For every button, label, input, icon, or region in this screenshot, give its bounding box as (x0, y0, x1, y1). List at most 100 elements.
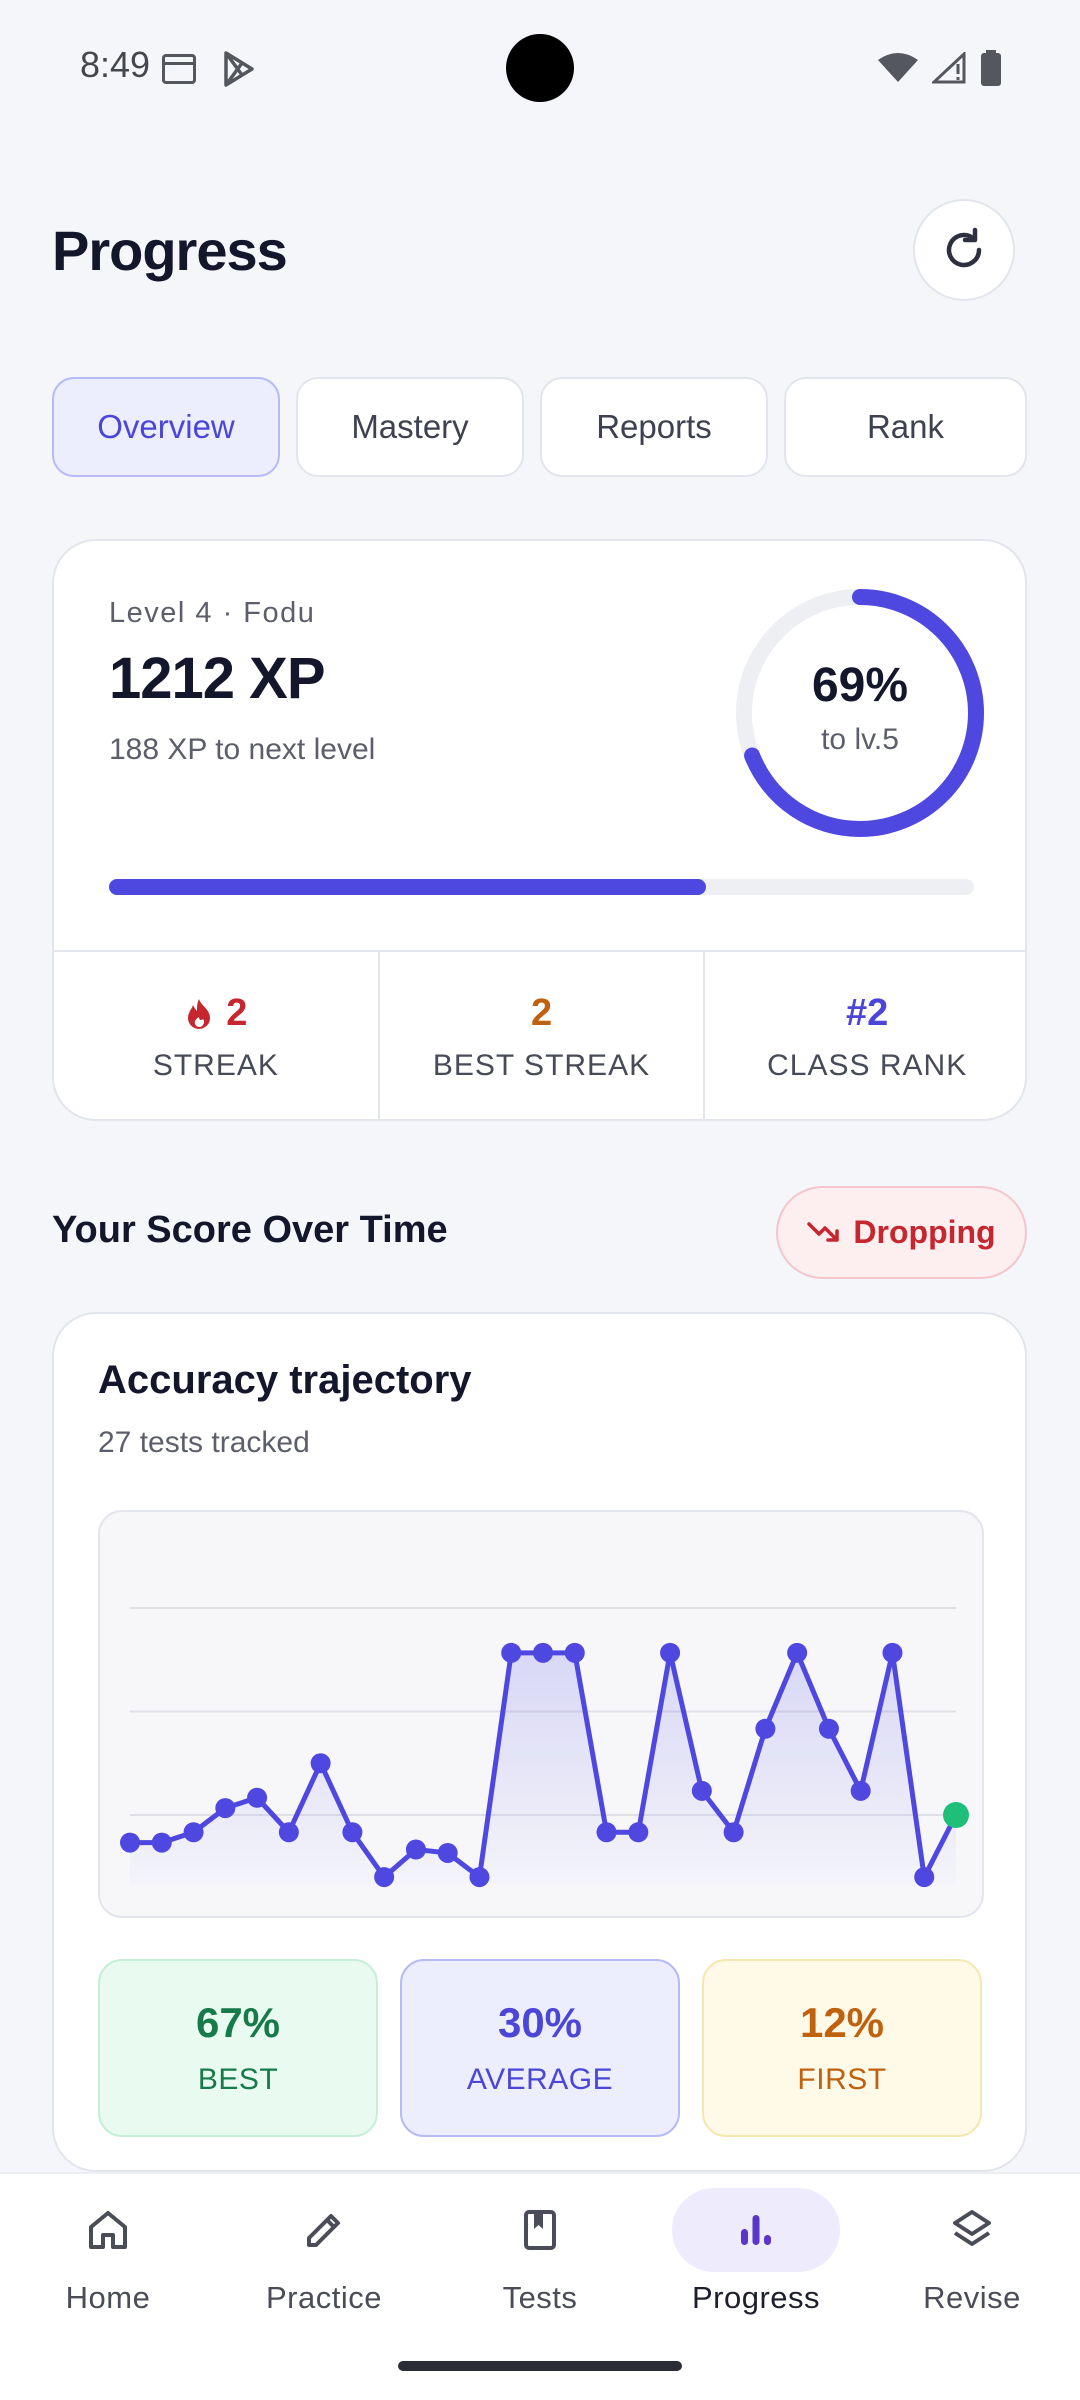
chart-point (628, 1822, 649, 1843)
xp-progress-bar (109, 879, 974, 895)
stat-class-rank: #2 CLASS RANK (705, 952, 1025, 1119)
level-card: Level 4 · Fodu 1212 XP 188 XP to next le… (52, 539, 1027, 1121)
level-label: Level 4 · Fodu (109, 597, 316, 629)
home-icon (89, 2211, 127, 2249)
chart-point (342, 1822, 363, 1843)
accuracy-chart-card: Accuracy trajectory 27 tests tracked 67%… (52, 1312, 1027, 2172)
best-value: 67% (195, 1999, 281, 2046)
chart-point (151, 1832, 172, 1853)
class-rank-value: #2 (846, 992, 889, 1034)
stat-best-streak: 2 BEST STREAK (380, 952, 706, 1119)
chart-point (564, 1642, 585, 1663)
tab-rank[interactable]: Rank (784, 377, 1027, 477)
camera-cutout (506, 34, 574, 102)
chart-point (469, 1867, 490, 1888)
chart-point (914, 1867, 935, 1888)
chart-point (882, 1642, 903, 1663)
chart-point (374, 1867, 395, 1888)
best-label: BEST (197, 2063, 279, 2096)
chart-area (130, 1652, 956, 1884)
streak-value-wrap: 2 (184, 992, 247, 1035)
chart-point (310, 1753, 331, 1774)
chart-point (247, 1787, 268, 1808)
nav-practice-pill (240, 2188, 408, 2272)
chart-point (723, 1822, 744, 1843)
chart-point (183, 1822, 204, 1843)
summary-average: 30% AVERAGE (400, 1959, 680, 2137)
refresh-icon (946, 227, 982, 268)
nav-practice-label: Practice (266, 2280, 382, 2315)
refresh-button[interactable] (913, 199, 1015, 301)
streak-label: STREAK (152, 1049, 279, 1082)
tab-mastery[interactable]: Mastery (296, 377, 524, 477)
home-indicator (398, 2361, 682, 2371)
chart-title: Accuracy trajectory (98, 1358, 472, 1402)
chart-point (405, 1839, 426, 1860)
chart-point (215, 1798, 236, 1819)
streak-value: 2 (226, 992, 248, 1034)
chart-latest-point (943, 1802, 969, 1828)
chart-point (787, 1642, 808, 1663)
chart-point (818, 1718, 839, 1739)
nav-progress[interactable]: Progress (648, 2174, 864, 2344)
accuracy-chart-svg (120, 1607, 969, 1888)
chart-point (755, 1718, 776, 1739)
layers-icon (953, 2210, 991, 2246)
nav-revise[interactable]: Revise (864, 2174, 1080, 2344)
chart-point (501, 1642, 522, 1663)
level-progress-percent: 69% (811, 659, 909, 712)
summary-first: 12% FIRST (702, 1959, 982, 2137)
chart-point (278, 1822, 299, 1843)
best-streak-label: BEST STREAK (432, 1049, 651, 1082)
score-section-title: Your Score Over Time (52, 1209, 448, 1251)
tab-overview[interactable]: Overview (52, 377, 280, 477)
chart-point (660, 1642, 681, 1663)
stat-streak: 2 STREAK (54, 952, 380, 1119)
nav-tests-label: Tests (502, 2280, 578, 2315)
accuracy-chart (98, 1510, 984, 1918)
status-bar: 8:49 (0, 0, 1080, 136)
nav-revise-pill (888, 2188, 1056, 2272)
trending-down-icon (807, 1221, 840, 1242)
bar-chart-icon (741, 2215, 771, 2245)
chart-point (437, 1842, 458, 1863)
nav-tests-pill (456, 2188, 624, 2272)
stats-row: 2 STREAK 2 BEST STREAK #2 CLASS RANK (54, 950, 1025, 1119)
xp-to-next-level: 188 XP to next level (109, 733, 376, 766)
nav-progress-label: Progress (691, 2280, 821, 2315)
status-icons (878, 50, 1002, 86)
trend-label: Dropping (853, 1214, 996, 1250)
nav-home[interactable]: Home (0, 2174, 216, 2344)
wifi-icon (878, 53, 918, 82)
first-label: FIRST (797, 2063, 887, 2096)
flame-icon (188, 998, 211, 1029)
summary-best: 67% BEST (98, 1959, 378, 2137)
average-value: 30% (497, 1999, 583, 2046)
play-store-icon (222, 50, 256, 93)
bookmark-book-icon (524, 2210, 556, 2250)
level-progress-ring (736, 589, 984, 837)
status-time: 8:49 (80, 44, 151, 85)
nav-home-label: Home (65, 2280, 151, 2315)
chart-subtitle: 27 tests tracked (98, 1426, 310, 1459)
xp-progress-fill (109, 879, 706, 895)
nav-practice[interactable]: Practice (216, 2174, 432, 2344)
nav-home-pill (24, 2188, 192, 2272)
xp-total: 1212 XP (109, 646, 326, 711)
nav-progress-pill (672, 2188, 840, 2272)
average-label: AVERAGE (466, 2063, 614, 2096)
best-streak-value: 2 (530, 992, 553, 1034)
chart-point (120, 1832, 140, 1853)
first-value: 12% (799, 1999, 885, 2046)
chart-point (850, 1780, 871, 1801)
level-progress-target: to lv.5 (821, 723, 899, 756)
trend-badge[interactable]: Dropping (776, 1186, 1027, 1279)
tab-bar: Overview Mastery Reports Rank (52, 377, 1027, 477)
signal-icon (932, 52, 966, 84)
chart-point (596, 1822, 617, 1843)
page-title: Progress (52, 219, 288, 282)
nav-tests[interactable]: Tests (432, 2174, 648, 2344)
class-rank-label: CLASS RANK (767, 1049, 968, 1082)
tab-reports[interactable]: Reports (540, 377, 768, 477)
pencil-icon (307, 2214, 340, 2247)
